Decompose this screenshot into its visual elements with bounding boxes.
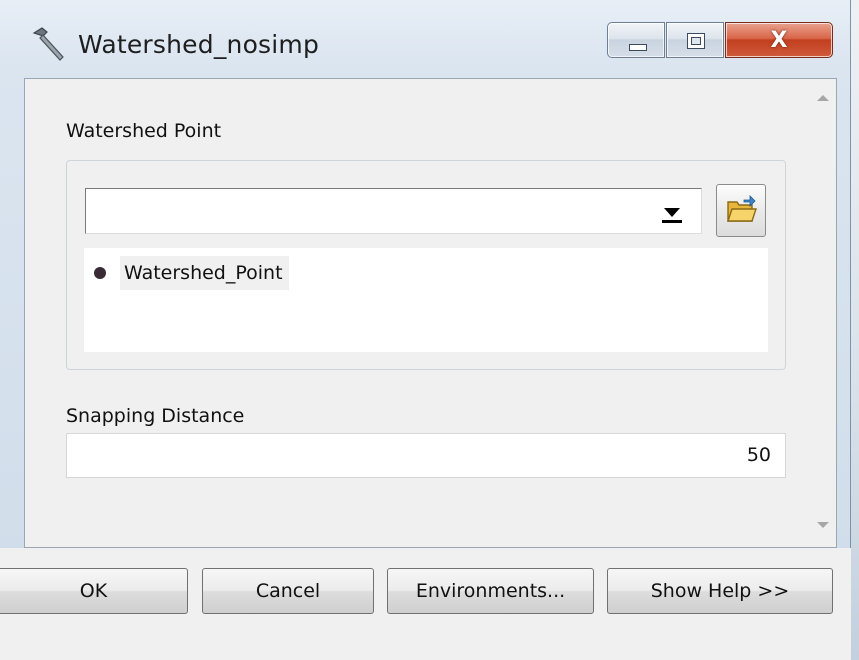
point-layer-icon [94,267,106,279]
watershed-point-label: Watershed Point [66,120,222,142]
window-title: Watershed_nosimp [78,30,320,59]
watershed-point-combobox[interactable] [85,188,702,234]
environments-button[interactable]: Environments... [387,568,594,614]
close-button[interactable]: X [725,22,833,58]
hammer-icon [32,27,64,61]
scroll-down-arrow-icon[interactable] [817,522,829,528]
snapping-distance-label: Snapping Distance [66,405,245,427]
watershed-point-list[interactable]: Watershed_Point [84,248,768,352]
maximize-icon [687,33,705,49]
cancel-button[interactable]: Cancel [202,568,374,614]
list-item[interactable]: Watershed_Point [92,254,289,292]
ok-button[interactable]: OK [0,568,188,614]
maximize-button[interactable] [666,22,724,58]
desktop-background-right [851,0,859,660]
title-bar[interactable]: Watershed_nosimp X [0,0,851,78]
list-item-label: Watershed_Point [120,256,289,290]
browse-button[interactable] [716,184,766,237]
minimize-button[interactable] [607,22,665,58]
vertical-scrollbar[interactable] [810,79,836,547]
open-folder-icon [727,195,757,222]
show-help-button[interactable]: Show Help >> [607,568,833,614]
minimize-icon [629,44,647,51]
dropdown-arrow-icon[interactable] [655,195,689,227]
scroll-up-arrow-icon[interactable] [817,95,829,101]
snapping-distance-input[interactable]: 50 [66,433,786,478]
close-icon: X [770,27,788,53]
